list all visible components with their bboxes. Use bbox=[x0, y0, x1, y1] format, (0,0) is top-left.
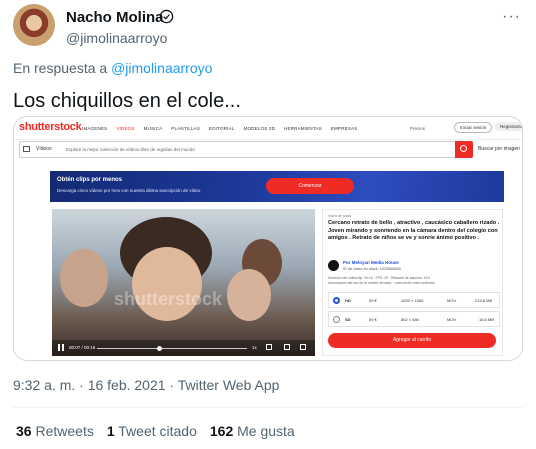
add-to-cart-button: Agregar al carrito bbox=[328, 333, 496, 348]
promo-text: Descarga cinco vídeos por mes con nuestr… bbox=[57, 188, 201, 193]
likes-count: 162 bbox=[209, 423, 234, 439]
embedded-video-frame: shutterstock 00:07 / 00:16 1x bbox=[52, 209, 315, 356]
format-price: 59 € bbox=[369, 317, 377, 322]
retweets-stat[interactable]: 36 Retweets bbox=[16, 423, 94, 439]
retweets-label: Retweets bbox=[35, 423, 94, 439]
contributor-name: Por Meloyan Media House bbox=[343, 260, 399, 265]
embedded-search-placeholder: Explore la mejor colección de vídeos lib… bbox=[66, 147, 195, 152]
clip-id: ID de vídeo en stock: 1023568630 bbox=[343, 267, 401, 271]
verified-badge-icon bbox=[159, 9, 174, 24]
radio-selected-icon bbox=[333, 297, 340, 304]
tweet-image[interactable]: shutterstock IMÁGENES VÍDEOS MÚSICA PLAN… bbox=[13, 116, 523, 361]
format-row-sd: SD 59 € 852 × 480 MOV 16,6 MB bbox=[328, 311, 500, 327]
embedded-nav-item: MÚSICA bbox=[143, 126, 163, 131]
volume-icon bbox=[266, 344, 272, 350]
watermark: shutterstock bbox=[114, 289, 223, 309]
embedded-nav-item: MODELOS 3D bbox=[243, 126, 276, 131]
video-progress-knob bbox=[157, 346, 162, 351]
contributor-logo bbox=[328, 260, 339, 271]
format-quality: SD bbox=[345, 317, 351, 322]
embedded-clip-info: Vídeo de stock Cercano retrato de bello … bbox=[322, 209, 503, 356]
reply-prefix: En respuesta a bbox=[13, 60, 108, 76]
background-child bbox=[60, 249, 108, 307]
embedded-image-search: Buscar por imagen bbox=[478, 146, 520, 152]
embedded-nav-item: EMPRESAS bbox=[330, 126, 358, 131]
quotes-label: Tweet citado bbox=[118, 423, 197, 439]
tweet-stats: 36 Retweets 1 Tweet citado 162 Me gusta bbox=[16, 423, 295, 439]
tweet-header: Nacho Molina @jimolinaarroyo ··· bbox=[13, 4, 523, 48]
format-type: MOV bbox=[447, 298, 457, 303]
clip-meta-line: Autorización del uso de la modelo firmad… bbox=[328, 281, 435, 285]
format-row-hd: HD 59 € 1920 × 1080 MOV 215,8 MB bbox=[328, 292, 500, 308]
more-icon[interactable]: ··· bbox=[502, 8, 521, 26]
embedded-top-bar: shutterstock IMÁGENES VÍDEOS MÚSICA PLAN… bbox=[14, 117, 522, 140]
format-size: 16,6 MB bbox=[479, 317, 494, 322]
embedded-nav-item: PLANTILLAS bbox=[171, 126, 201, 131]
fullscreen-icon bbox=[300, 344, 306, 350]
search-icon bbox=[455, 141, 473, 158]
reply-target-link[interactable]: @jimolinaarroyo bbox=[111, 60, 212, 76]
embedded-promo-banner: Obtén clips por menos Descarga cinco víd… bbox=[50, 171, 504, 202]
retweets-count: 36 bbox=[16, 423, 32, 439]
author-name[interactable]: Nacho Molina bbox=[66, 9, 164, 26]
format-type: MOV bbox=[447, 317, 457, 322]
likes-label: Me gusta bbox=[237, 423, 295, 439]
embedded-login: Iniciar sesión bbox=[454, 122, 493, 133]
embedded-nav: IMÁGENES VÍDEOS MÚSICA PLANTILLAS EDITOR… bbox=[82, 126, 357, 131]
promo-title: Obtén clips por menos bbox=[57, 177, 123, 183]
embedded-nav-item-active: VÍDEOS bbox=[116, 126, 135, 131]
video-progress-track bbox=[97, 348, 247, 349]
clip-title: Cercano retrato de bello , atractivo , c… bbox=[328, 220, 500, 242]
shutterstock-logo: shutterstock bbox=[19, 121, 82, 133]
video-icon bbox=[23, 146, 30, 152]
embedded-nav-item: IMÁGENES bbox=[82, 126, 108, 131]
embedded-search-bar: Vídeos Explore la mejor colección de víd… bbox=[19, 141, 473, 158]
clip-label: Vídeo de stock bbox=[328, 214, 352, 218]
quotes-count: 1 bbox=[106, 423, 115, 439]
embedded-register: Registrarse bbox=[495, 122, 522, 131]
format-price: 59 € bbox=[369, 298, 377, 303]
embedded-prices: Precios bbox=[410, 126, 426, 131]
background-child bbox=[227, 269, 271, 321]
video-controls: 00:07 / 00:16 1x bbox=[52, 340, 315, 356]
format-resolution: 852 × 480 bbox=[401, 317, 419, 322]
embedded-search-type: Vídeos bbox=[36, 146, 52, 152]
clip-meta: Duración del vídeo/clip: 00:16 · FPS: 25… bbox=[328, 276, 500, 286]
divider bbox=[13, 407, 523, 408]
likes-stat[interactable]: 162 Me gusta bbox=[210, 423, 295, 439]
embedded-nav-item: HERRAMIENTAS bbox=[284, 126, 322, 131]
reply-context: En respuesta a @jimolinaarroyo bbox=[13, 60, 212, 76]
format-size: 215,8 MB bbox=[475, 298, 493, 303]
format-quality: HD bbox=[345, 298, 351, 303]
video-speed: 1x bbox=[252, 345, 257, 350]
author-handle[interactable]: @jimolinaarroyo bbox=[66, 30, 167, 46]
promo-button: Comenzar bbox=[266, 178, 354, 194]
radio-icon bbox=[333, 316, 340, 323]
quotes-stat[interactable]: 1 Tweet citado bbox=[107, 423, 197, 439]
embedded-nav-item: EDITORIAL bbox=[209, 126, 235, 131]
tweet-timestamp[interactable]: 9:32 a. m. · 16 feb. 2021 · Twitter Web … bbox=[13, 377, 279, 393]
avatar[interactable] bbox=[13, 4, 55, 46]
settings-icon bbox=[284, 344, 290, 350]
tweet-text: Los chiquillos en el cole... bbox=[13, 90, 241, 112]
video-time: 00:07 / 00:16 bbox=[69, 345, 96, 350]
pause-icon bbox=[58, 344, 64, 351]
format-resolution: 1920 × 1080 bbox=[401, 298, 424, 303]
